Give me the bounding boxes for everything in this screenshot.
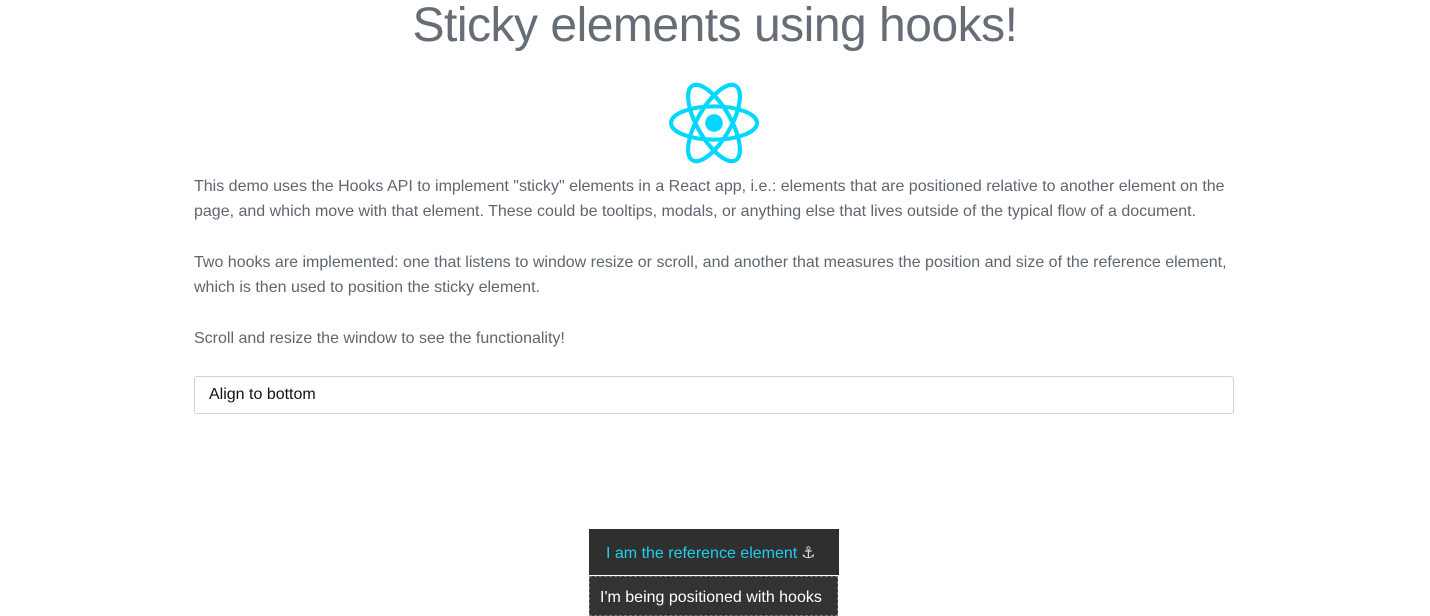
react-logo-icon xyxy=(668,82,760,164)
sticky-element: I'm being positioned with hooks xyxy=(589,576,838,616)
reference-element: I am the reference element ⚓ xyxy=(589,529,839,575)
sticky-element-label: I'm being positioned with hooks xyxy=(600,589,822,606)
reference-element-text: I am the reference element xyxy=(606,545,798,562)
alignment-select[interactable]: Align to bottom xyxy=(194,376,1234,414)
reference-element-label: I am the reference element ⚓ xyxy=(606,543,816,563)
page-title: Sticky elements using hooks! xyxy=(412,0,1018,52)
alignment-select-value: Align to bottom xyxy=(209,386,316,403)
intro-paragraph-hooks: Two hooks are implemented: one that list… xyxy=(194,254,1227,296)
intro-paragraph-description: This demo uses the Hooks API to implemen… xyxy=(194,178,1225,220)
anchor-icon: ⚓ xyxy=(801,545,816,562)
intro-paragraph-instructions: Scroll and resize the window to see the … xyxy=(194,330,565,347)
intro-text: This demo uses the Hooks API to implemen… xyxy=(194,174,1236,377)
